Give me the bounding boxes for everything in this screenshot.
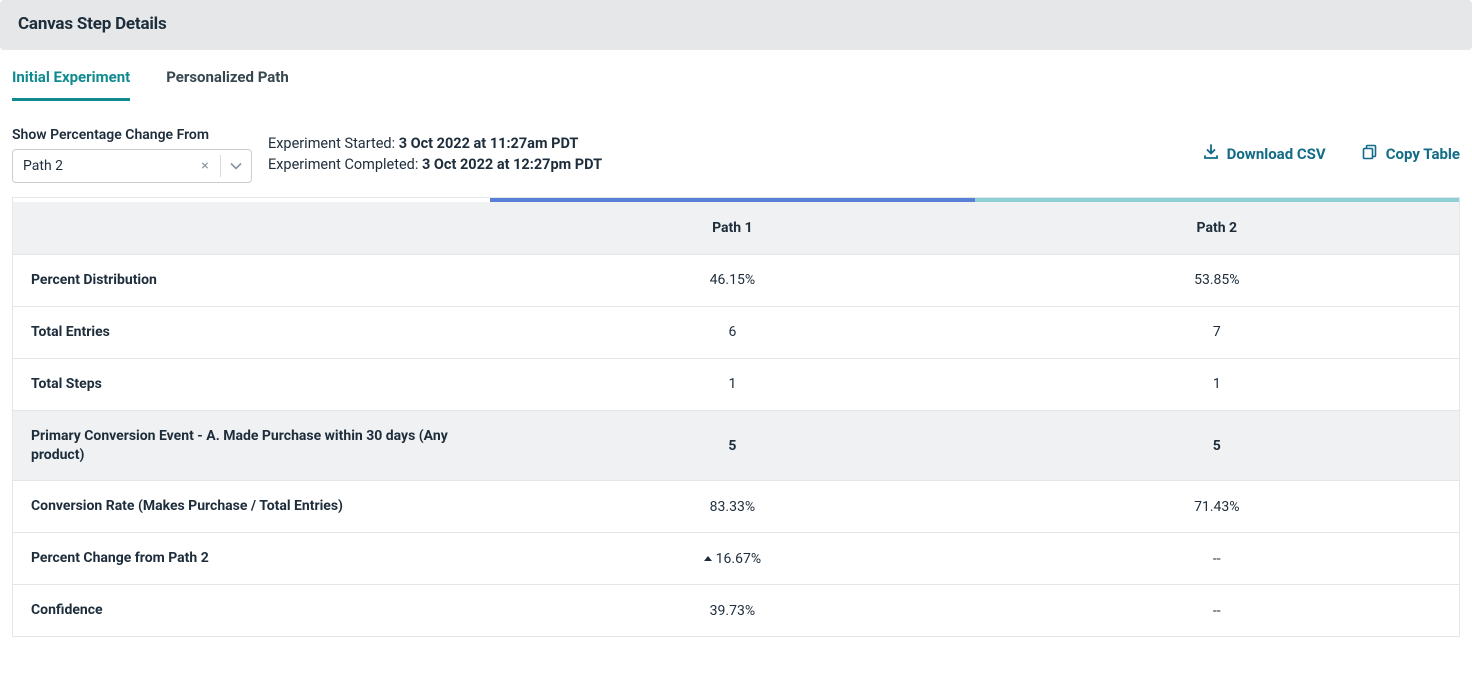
cell-path1: 46.15%	[490, 255, 974, 307]
cell-path2: 71.43%	[975, 481, 1459, 533]
cell-path2: --	[975, 585, 1459, 636]
experiment-meta: Experiment Started: 3 Oct 2022 at 11:27a…	[268, 133, 1187, 177]
controls-row: Show Percentage Change From Path 2 × Exp…	[0, 101, 1472, 183]
table-header-row: Path 1 Path 2	[13, 202, 1459, 255]
metric-label: Confidence	[13, 585, 490, 636]
results-table-wrap: Path 1 Path 2 Percent Distribution 46.15…	[12, 197, 1460, 637]
experiment-completed-label: Experiment Completed:	[268, 156, 422, 173]
row-conversion-rate: Conversion Rate (Makes Purchase / Total …	[13, 481, 1459, 533]
metric-label: Conversion Rate (Makes Purchase / Total …	[13, 481, 490, 533]
chevron-down-icon[interactable]	[221, 160, 251, 172]
download-icon	[1203, 144, 1219, 164]
copy-table-button[interactable]: Copy Table	[1362, 144, 1460, 164]
cell-path1: 6	[490, 306, 974, 358]
metric-label: Total Steps	[13, 358, 490, 410]
metric-label: Total Entries	[13, 306, 490, 358]
baseline-selector-group: Show Percentage Change From Path 2 ×	[12, 127, 252, 183]
copy-icon	[1362, 144, 1378, 164]
metric-label: Percent Distribution	[13, 255, 490, 307]
experiment-started-value: 3 Oct 2022 at 11:27am PDT	[399, 135, 579, 152]
row-primary-conversion-event: Primary Conversion Event - A. Made Purch…	[13, 410, 1459, 481]
clear-icon[interactable]: ×	[190, 158, 220, 174]
arrow-up-icon	[704, 556, 712, 561]
metric-header-blank	[13, 202, 490, 255]
cell-path2: 1	[975, 358, 1459, 410]
cell-path2: 53.85%	[975, 255, 1459, 307]
experiment-started: Experiment Started: 3 Oct 2022 at 11:27a…	[268, 133, 1187, 154]
row-confidence: Confidence 39.73% --	[13, 585, 1459, 636]
copy-table-label: Copy Table	[1386, 145, 1460, 163]
baseline-path-value: Path 2	[13, 158, 190, 174]
tab-bar: Initial Experiment Personalized Path	[0, 50, 1472, 101]
experiment-completed: Experiment Completed: 3 Oct 2022 at 12:2…	[268, 154, 1187, 175]
path1-accent	[490, 198, 974, 202]
page-title: Canvas Step Details	[18, 14, 1454, 34]
tab-personalized-path[interactable]: Personalized Path	[166, 68, 289, 101]
metric-label: Primary Conversion Event - A. Made Purch…	[13, 410, 490, 481]
cell-path1: 83.33%	[490, 481, 974, 533]
row-total-steps: Total Steps 1 1	[13, 358, 1459, 410]
metric-label: Percent Change from Path 2	[13, 533, 490, 585]
results-table: Path 1 Path 2 Percent Distribution 46.15…	[13, 202, 1459, 636]
cell-path2: 7	[975, 306, 1459, 358]
baseline-path-select[interactable]: Path 2 ×	[12, 149, 252, 183]
cell-path2: --	[975, 533, 1459, 585]
cell-path1: 5	[490, 410, 974, 481]
row-percent-distribution: Percent Distribution 46.15% 53.85%	[13, 255, 1459, 307]
path2-accent	[975, 198, 1459, 202]
cell-path1: 16.67%	[490, 533, 974, 585]
download-csv-button[interactable]: Download CSV	[1203, 144, 1326, 164]
cell-path2: 5	[975, 410, 1459, 481]
tab-initial-experiment[interactable]: Initial Experiment	[12, 68, 130, 101]
download-csv-label: Download CSV	[1227, 145, 1326, 163]
row-percent-change: Percent Change from Path 2 16.67% --	[13, 533, 1459, 585]
experiment-completed-value: 3 Oct 2022 at 12:27pm PDT	[422, 156, 602, 173]
col-path1-header: Path 1	[490, 202, 974, 255]
table-actions: Download CSV Copy Table	[1203, 144, 1460, 166]
page-header: Canvas Step Details	[0, 0, 1472, 50]
percent-change-value: 16.67%	[716, 551, 761, 567]
column-accent-stripes	[13, 198, 1459, 202]
row-total-entries: Total Entries 6 7	[13, 306, 1459, 358]
experiment-started-label: Experiment Started:	[268, 135, 399, 152]
cell-path1: 1	[490, 358, 974, 410]
cell-path1: 39.73%	[490, 585, 974, 636]
baseline-selector-label: Show Percentage Change From	[12, 127, 252, 143]
col-path2-header: Path 2	[975, 202, 1459, 255]
